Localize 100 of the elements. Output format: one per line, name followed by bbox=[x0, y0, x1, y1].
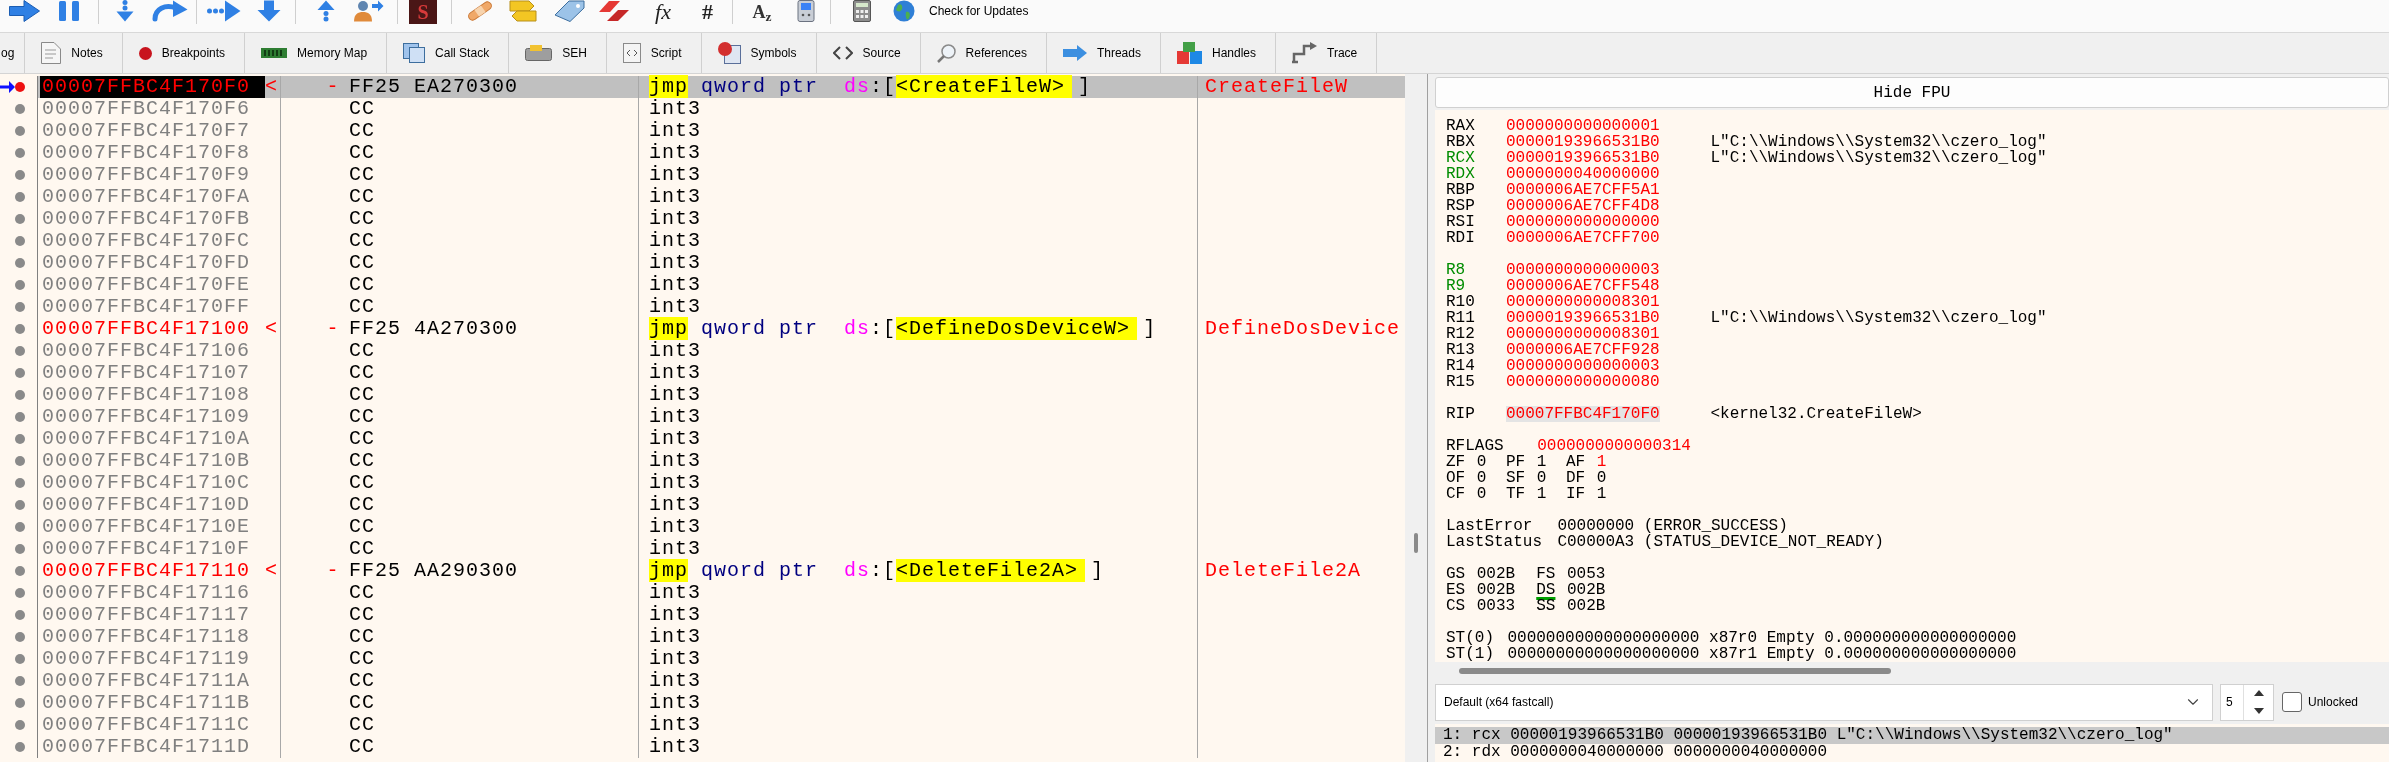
address: 00007FFBC4F170FD bbox=[41, 252, 252, 274]
instruction-text: int3 bbox=[649, 295, 701, 318]
register-value[interactable]: 0000006AE7CFF928 bbox=[1506, 342, 1660, 358]
flag-value[interactable]: 0 bbox=[1536, 470, 1547, 486]
register-value[interactable]: 0000000000000080 bbox=[1506, 374, 1660, 390]
code-brackets-icon bbox=[832, 46, 853, 60]
scrollbar-thumb[interactable] bbox=[1459, 668, 1891, 674]
az-button[interactable]: A$_{z}$ bbox=[748, 0, 776, 24]
instruction-bytes: CC bbox=[349, 406, 375, 428]
register-value[interactable]: 0000000000000314 bbox=[1537, 438, 1691, 454]
checkbox[interactable] bbox=[2282, 692, 2302, 712]
segment-name: SS bbox=[1536, 598, 1557, 614]
flag-value[interactable]: 1 bbox=[1536, 486, 1547, 502]
instruction-bytes: CC bbox=[349, 384, 375, 406]
hide-fpu-button[interactable]: Hide FPU bbox=[1435, 77, 2389, 108]
fx-button[interactable]: fx bbox=[647, 0, 679, 24]
register-name: RDX bbox=[1446, 166, 1476, 182]
branch-marker: - bbox=[326, 560, 340, 582]
address: 00007FFBC4F170FC bbox=[41, 230, 252, 252]
handheld-device-icon[interactable] bbox=[795, 0, 817, 22]
address: 00007FFBC4F1710E bbox=[41, 516, 252, 538]
fpu-float: 0.000000000000000000 bbox=[1824, 630, 2017, 646]
register-value[interactable]: 0000000000000003 bbox=[1506, 262, 1660, 278]
calculator-icon[interactable] bbox=[853, 0, 871, 22]
flag-value[interactable]: 1 bbox=[1596, 486, 1607, 502]
fpu-register: x87r0 bbox=[1709, 630, 1759, 646]
person-arrow-icon[interactable] bbox=[353, 0, 384, 22]
instruction-bytes: CC bbox=[349, 692, 375, 714]
flag-name: DF bbox=[1566, 470, 1587, 486]
tag-icon[interactable] bbox=[554, 0, 585, 22]
flag-value[interactable]: 0 bbox=[1476, 486, 1487, 502]
register-value[interactable]: 0000000000008301 bbox=[1506, 294, 1660, 310]
instruction-bytes: CC bbox=[349, 450, 375, 472]
register-value[interactable]: 0000000000000001 bbox=[1506, 118, 1660, 134]
fpu-tag: Empty bbox=[1766, 630, 1825, 646]
curved-arrow-icon[interactable] bbox=[152, 0, 188, 22]
flag-value[interactable]: 1 bbox=[1536, 454, 1547, 470]
segment-value: 002B bbox=[1476, 566, 1516, 582]
bookmark-icon[interactable] bbox=[598, 0, 630, 22]
register-value[interactable]: 0000000040000000 bbox=[1506, 166, 1660, 182]
pause-icon[interactable] bbox=[58, 0, 80, 22]
register-value[interactable]: 0000000000000003 bbox=[1506, 358, 1660, 374]
register-value[interactable]: 00000193966531B0 bbox=[1506, 150, 1660, 166]
register-value[interactable]: 00000193966531B0 bbox=[1506, 134, 1660, 150]
address: 00007FFBC4F17118 bbox=[41, 626, 252, 648]
disassembly-row[interactable]: 00007FFBC4F170F0 < - FF25 EA270300 jmp qword ptr ds:[<CreateFileW> ] CreateFileW bbox=[38, 76, 1405, 98]
instruction-text: int3 bbox=[649, 97, 701, 120]
instruction-bytes: CC bbox=[349, 340, 375, 362]
instruction-text: jmp qword ptr ds:[<DeleteFile2A> ] bbox=[649, 559, 1105, 582]
flag-value[interactable]: 1 bbox=[1596, 454, 1607, 470]
register-name: RSP bbox=[1446, 198, 1476, 214]
argument-row[interactable]: 1: rcx 00000193966531B0 00000193966531B0 L"C:\\Windows\\System32\\czero_log" bbox=[1435, 727, 2389, 744]
down-arrow-icon[interactable] bbox=[257, 0, 281, 22]
address: 00007FFBC4F170FB bbox=[41, 208, 252, 230]
register-value[interactable]: 0000000000008301 bbox=[1506, 326, 1660, 342]
dotted-up-arrow-icon[interactable] bbox=[317, 0, 335, 22]
instruction-text: int3 bbox=[649, 449, 701, 472]
instruction-bytes: CC bbox=[349, 230, 375, 252]
calling-convention-dropdown[interactable]: Default (x64 fastcall) bbox=[1435, 683, 2213, 721]
register-comment: L"C:\\Windows\\System32\\czero_log" bbox=[1710, 134, 2047, 150]
instruction-text: jmp qword ptr ds:[<CreateFileW> ] bbox=[649, 75, 1092, 98]
tab[interactable]: og bbox=[0, 33, 26, 73]
register-value[interactable]: 0000006AE7CFF5A1 bbox=[1506, 182, 1660, 198]
address: 00007FFBC4F1711B bbox=[41, 692, 252, 714]
scrollbar-thumb[interactable] bbox=[1414, 533, 1418, 553]
instruction-bytes: FF25 4A270300 bbox=[349, 318, 519, 340]
dotted-right-arrow-icon[interactable] bbox=[207, 0, 241, 22]
address: 00007FFBC4F170F8 bbox=[41, 142, 252, 164]
segment-value: 002B bbox=[1476, 582, 1516, 598]
spin-down-icon[interactable] bbox=[2253, 707, 2264, 714]
segment-value: 0053 bbox=[1566, 566, 1606, 582]
flag-value[interactable]: 0 bbox=[1476, 470, 1487, 486]
flag-value[interactable]: 0 bbox=[1476, 454, 1487, 470]
argument-row[interactable]: 2: rdx 0000000040000000 0000000040000000 bbox=[1435, 744, 2389, 761]
flag-value[interactable]: 0 bbox=[1596, 470, 1607, 486]
dotted-down-arrow-icon[interactable] bbox=[116, 0, 134, 22]
instruction-bytes: CC bbox=[349, 472, 375, 494]
instruction-text: int3 bbox=[649, 493, 701, 516]
register-value[interactable]: 00000193966531B0 bbox=[1506, 310, 1660, 326]
register-value[interactable]: 0000000000000000 bbox=[1506, 214, 1660, 230]
segment-name: FS bbox=[1536, 566, 1557, 582]
instruction-bytes: CC bbox=[349, 142, 375, 164]
spin-up-icon[interactable] bbox=[2253, 690, 2264, 697]
instruction-text: int3 bbox=[649, 427, 701, 450]
instruction-bytes: CC bbox=[349, 120, 375, 142]
swap-arrows-icon[interactable] bbox=[509, 0, 537, 22]
check-updates-button[interactable]: Check for Updates bbox=[893, 0, 1029, 22]
fpu-value: 00000000000000000000 bbox=[1507, 646, 1701, 662]
hash-button[interactable]: # bbox=[696, 0, 719, 24]
arrow-right-icon[interactable] bbox=[9, 0, 40, 22]
register-value[interactable]: 0000006AE7CFF548 bbox=[1506, 278, 1660, 294]
instruction-bytes: CC bbox=[349, 186, 375, 208]
register-value[interactable]: 0000006AE7CFF700 bbox=[1506, 230, 1660, 246]
address: 00007FFBC4F170FF bbox=[41, 296, 252, 318]
register-name: R9 bbox=[1446, 278, 1467, 294]
register-value[interactable]: 0000006AE7CFF4D8 bbox=[1506, 198, 1660, 214]
count-spinbox[interactable]: 5 bbox=[2220, 683, 2274, 721]
instruction-bytes: CC bbox=[349, 538, 375, 560]
register-comment: L"C:\\Windows\\System32\\czero_log" bbox=[1710, 310, 2047, 326]
address: 00007FFBC4F170FE bbox=[41, 274, 252, 296]
